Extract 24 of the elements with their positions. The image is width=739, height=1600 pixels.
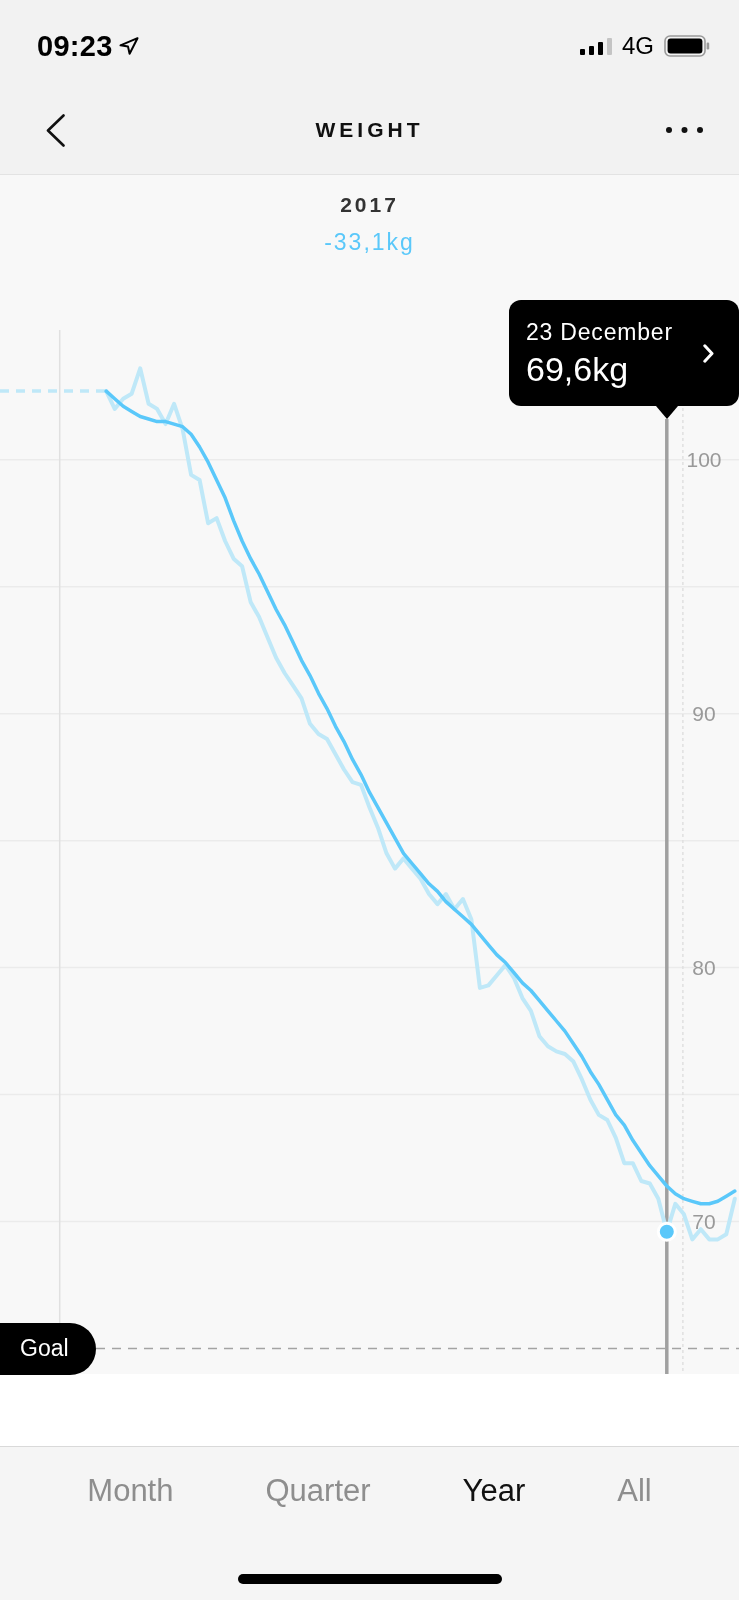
signal-icon bbox=[580, 37, 612, 55]
axis-label: 100 bbox=[686, 448, 722, 472]
range-tab[interactable]: Quarter bbox=[251, 1465, 385, 1517]
goal-label: Goal bbox=[0, 1322, 96, 1375]
location-arrow-icon bbox=[118, 37, 139, 55]
tooltip-date: 23 December bbox=[526, 318, 673, 346]
tooltip[interactable]: 23 December 69,6kg bbox=[509, 300, 739, 406]
range-tab[interactable]: All bbox=[603, 1465, 666, 1517]
weight-change: -33,1kg bbox=[324, 228, 415, 256]
chevron-right-icon bbox=[703, 343, 714, 363]
axis-label: 90 bbox=[692, 702, 716, 726]
range-tab[interactable]: Month bbox=[73, 1465, 188, 1517]
tooltip-pointer-icon bbox=[655, 406, 678, 419]
axis-label: 80 bbox=[692, 956, 716, 980]
axis-label: 70 bbox=[692, 1210, 716, 1234]
battery-icon bbox=[664, 35, 710, 57]
range-tab[interactable]: Year bbox=[448, 1465, 540, 1517]
more-icon bbox=[666, 127, 703, 133]
tooltip-value: 69,6kg bbox=[526, 350, 630, 388]
chevron-left-icon bbox=[46, 113, 65, 147]
network-label: 4G bbox=[622, 32, 654, 60]
page-title: WEIGHT bbox=[315, 117, 424, 143]
status-time: 09:23 bbox=[37, 29, 113, 63]
period-label: 2017 bbox=[340, 192, 399, 218]
